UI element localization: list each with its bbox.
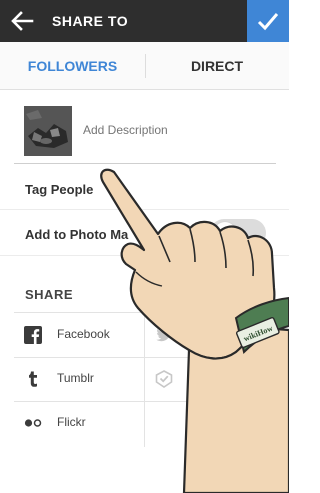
foursquare-icon	[155, 370, 173, 388]
photo-map-row: Add to Photo Ma	[0, 210, 289, 256]
page-title: SHARE TO	[52, 13, 129, 29]
share-foursquare[interactable]: Foursqua	[145, 357, 275, 401]
flickr-icon	[24, 419, 42, 427]
flickr-label: Flickr	[57, 415, 86, 429]
tag-people-label: Tag People	[25, 182, 94, 197]
back-arrow-icon	[11, 11, 34, 31]
toggle-knob	[214, 222, 236, 244]
top-bar: SHARE TO	[0, 0, 289, 42]
share-tabs: FOLLOWERS DIRECT	[0, 42, 289, 90]
share-tumblr[interactable]: Tumblr	[14, 357, 144, 401]
photo-thumbnail	[24, 106, 72, 156]
share-heading: SHARE	[25, 287, 74, 302]
share-grid: Facebook Twitter Tumblr Foursqua Flickr	[14, 312, 276, 447]
twitter-icon	[156, 328, 172, 342]
description-input[interactable]	[83, 123, 263, 137]
tab-direct[interactable]: DIRECT	[145, 42, 289, 90]
photo-map-toggle[interactable]	[210, 219, 266, 247]
facebook-icon	[24, 326, 42, 344]
photo-map-label: Add to Photo Ma	[25, 227, 129, 242]
share-facebook[interactable]: Facebook	[14, 313, 144, 357]
description-row	[14, 104, 276, 164]
share-flickr[interactable]: Flickr	[14, 401, 144, 445]
tag-people-row[interactable]: Tag People	[0, 170, 289, 210]
tumblr-label: Tumblr	[57, 371, 94, 385]
tumblr-icon	[29, 371, 37, 387]
twitter-label: Twitter	[188, 327, 224, 341]
back-button[interactable]	[10, 10, 34, 32]
share-twitter[interactable]: Twitter	[145, 313, 275, 357]
foursquare-label: Foursqua	[188, 371, 239, 385]
confirm-button[interactable]	[247, 0, 289, 42]
checkmark-icon	[257, 13, 279, 31]
tab-followers[interactable]: FOLLOWERS	[0, 42, 145, 90]
facebook-label: Facebook	[57, 327, 110, 341]
